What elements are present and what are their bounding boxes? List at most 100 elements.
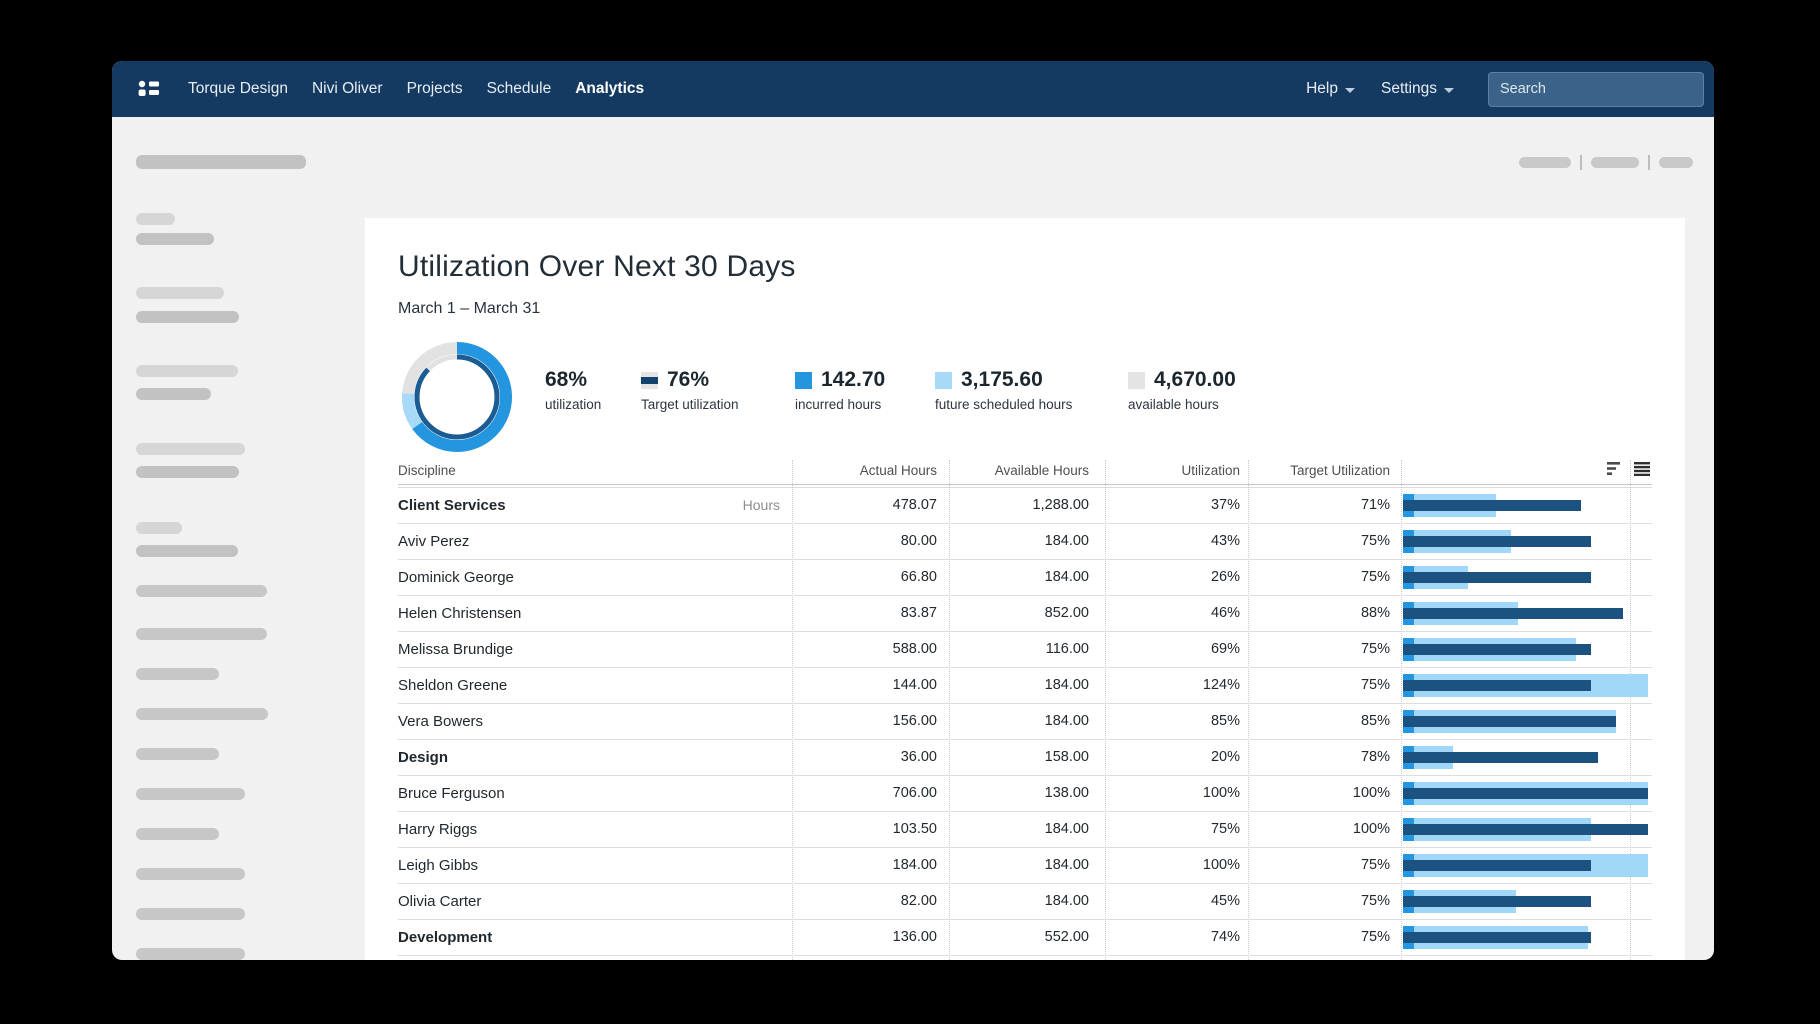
actual-hours-cell: 144.00 [792,668,937,703]
utilization-table: Discipline Actual Hours Available Hours … [398,460,1652,960]
table-row[interactable]: Melissa Brundige 588.00 116.00 69% 75% [398,632,1652,668]
utilization-bar-chart [1403,884,1652,919]
summary-stat: 76% Target utilization [641,368,739,412]
target-utilization-cell: 100% [1248,776,1390,811]
skeleton-bar [136,628,267,640]
nav-item-projects[interactable]: Projects [407,80,463,98]
target-bar [1403,644,1591,655]
available-hours-cell: 184.00 [949,884,1089,919]
skeleton-bar [136,908,245,920]
target-utilization-cell: 75% [1248,920,1390,955]
utilization-bar-chart [1403,596,1652,631]
column-header-available-hours[interactable]: Available Hours [949,463,1089,478]
stat-value: 142.70 [821,368,885,392]
utilization-bar-chart [1403,704,1652,739]
sort-lines-icon[interactable] [1607,462,1624,476]
table-row[interactable]: Bruce Ferguson 706.00 138.00 100% 100% [398,776,1652,812]
actual-hours-cell: 66.80 [792,560,937,595]
utilization-report-card: Utilization Over Next 30 Days March 1 – … [365,218,1685,960]
summary-stat: 68% utilization [545,368,601,412]
available-hours-cell: 116.00 [949,632,1089,667]
target-bar [1403,824,1648,835]
column-header-utilization[interactable]: Utilization [1105,463,1240,478]
utilization-bar-chart [1403,812,1652,847]
available-hours-cell: 852.00 [949,596,1089,631]
stat-value: 3,175.60 [961,368,1043,392]
available-hours-cell: 184.00 [949,704,1089,739]
nav-item-schedule[interactable]: Schedule [487,80,552,98]
actual-hours-cell: 136.00 [792,920,937,955]
column-header-target-utilization[interactable]: Target Utilization [1248,463,1390,478]
discipline-cell: Helen Christensen [398,596,521,631]
target-bar [1403,500,1581,511]
table-row[interactable]: Helen Christensen 83.87 852.00 46% 88% [398,596,1652,632]
actual-hours-cell: 103.50 [792,812,937,847]
skeleton-bar [136,748,219,760]
table-row[interactable]: Aviv Perez 80.00 184.00 43% 75% [398,524,1652,560]
people-grid-icon[interactable] [138,80,160,98]
settings-menu[interactable]: Settings [1381,80,1454,98]
available-hours-cell: 184.00 [949,524,1089,559]
available-hours-cell: 184.00 [949,956,1089,960]
available-hours-cell: 184.00 [949,848,1089,883]
available-hours-cell: 184.00 [949,812,1089,847]
table-row[interactable]: Sheldon Greene 144.00 184.00 124% 75% [398,668,1652,704]
available-swatch-icon [1128,372,1145,389]
report-date-range: March 1 – March 31 [398,300,540,318]
skeleton-bar [136,213,175,225]
header-skeleton-pills [1519,155,1693,170]
discipline-cell: Harry Riggs [398,812,477,847]
target-utilization-cell: 75% [1248,848,1390,883]
settings-menu-label: Settings [1381,80,1437,98]
table-row[interactable]: Development 136.00 552.00 74% 75% [398,920,1652,956]
nav-item-analytics[interactable]: Analytics [575,80,644,98]
table-row[interactable]: Roderick Edwards 207.00 184.00 38% 68% [398,956,1652,960]
utilization-bar-chart [1403,848,1652,883]
table-row[interactable]: Dominick George 66.80 184.00 26% 75% [398,560,1652,596]
table-row[interactable]: Vera Bowers 156.00 184.00 85% 85% [398,704,1652,740]
column-header-actual-hours[interactable]: Actual Hours [792,463,937,478]
target-utilization-cell: 75% [1248,884,1390,919]
target-utilization-cell: 75% [1248,524,1390,559]
table-row[interactable]: Olivia Carter 82.00 184.00 45% 75% [398,884,1652,920]
actual-hours-cell: 207.00 [792,956,937,960]
discipline-cell: Roderick Edwards [398,956,520,960]
discipline-cell: Client Services [398,488,506,523]
utilization-bar-chart [1403,488,1652,523]
stat-label: incurred hours [795,397,885,412]
actual-hours-cell: 478.07 [792,488,937,523]
search-input[interactable] [1488,72,1704,107]
actual-hours-cell: 184.00 [792,848,937,883]
skeleton-bar [136,388,211,400]
skeleton-bar [136,287,224,299]
table-row[interactable]: Leigh Gibbs 184.00 184.00 100% 75% [398,848,1652,884]
column-header-discipline[interactable]: Discipline [398,463,456,478]
target-utilization-cell: 78% [1248,740,1390,775]
nav-item-torque-design[interactable]: Torque Design [188,80,288,98]
table-row[interactable]: Design 36.00 158.00 20% 78% [398,740,1652,776]
skeleton-bar [136,828,219,840]
utilization-cell: 85% [1105,704,1240,739]
discipline-cell: Dominick George [398,560,514,595]
stat-value: 76% [667,368,709,392]
available-hours-cell: 184.00 [949,560,1089,595]
utilization-cell: 37% [1105,488,1240,523]
dense-list-icon[interactable] [1634,462,1650,476]
skeleton-bar [136,585,267,597]
stat-label: Target utilization [641,397,739,412]
skeleton-bar [136,522,182,534]
utilization-bar-chart [1403,632,1652,667]
utilization-bar-chart [1403,956,1652,960]
skeleton-pill [1519,157,1571,168]
utilization-cell: 43% [1105,524,1240,559]
table-row[interactable]: Client Services Hours 478.07 1,288.00 37… [398,488,1652,524]
utilization-cell: 20% [1105,740,1240,775]
utilization-bar-chart [1403,524,1652,559]
available-hours-cell: 552.00 [949,920,1089,955]
help-menu[interactable]: Help [1306,80,1355,98]
target-swatch-icon [641,372,658,389]
table-row[interactable]: Harry Riggs 103.50 184.00 75% 100% [398,812,1652,848]
nav-item-nivi-oliver[interactable]: Nivi Oliver [312,80,383,98]
skeleton-bar [136,233,214,245]
page-body: Utilization Over Next 30 Days March 1 – … [112,117,1714,960]
